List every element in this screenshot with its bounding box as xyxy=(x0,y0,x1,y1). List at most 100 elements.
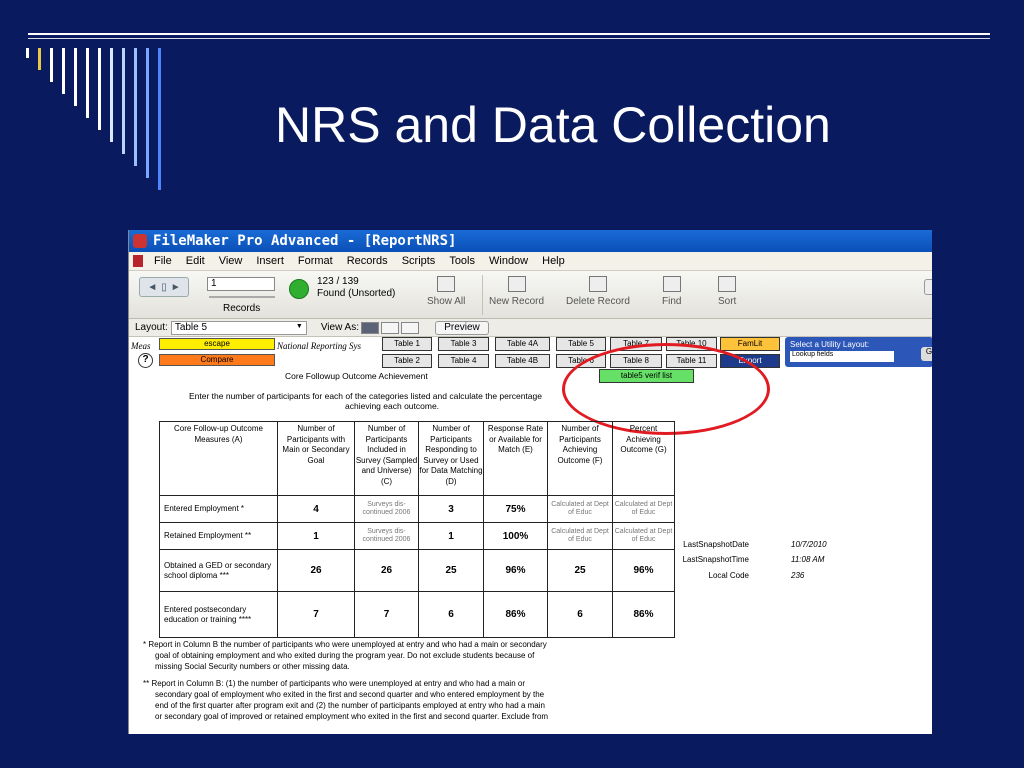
cell-d[interactable]: 3 xyxy=(418,495,484,523)
decorative-bar xyxy=(38,48,41,70)
cell-d[interactable]: 25 xyxy=(418,549,484,592)
filemaker-app-icon xyxy=(133,234,147,248)
escape-button[interactable]: escape xyxy=(159,338,275,350)
cell-f[interactable]: 25 xyxy=(547,549,613,592)
footnote-2-line-4: or secondary goal of improved or retaine… xyxy=(155,712,549,721)
cell-e: 75% xyxy=(483,495,548,523)
record-slider[interactable] xyxy=(209,296,275,298)
table-4a-button[interactable]: Table 4A xyxy=(495,337,550,351)
compare-button[interactable]: Compare xyxy=(159,354,275,366)
cell-b[interactable]: 4 xyxy=(277,495,355,523)
filemaker-window: FileMaker Pro Advanced - [ReportNRS] Fil… xyxy=(128,230,932,734)
utility-go-button[interactable]: G xyxy=(921,347,932,361)
sort-icon xyxy=(718,276,737,292)
cell-c[interactable]: 26 xyxy=(354,549,419,592)
cell-d[interactable]: 6 xyxy=(418,591,484,638)
cell-c[interactable]: 7 xyxy=(354,591,419,638)
previous-record-icon[interactable]: ◄ xyxy=(147,282,157,293)
sort-button[interactable]: Sort xyxy=(718,276,736,307)
cell-g: Calculated at Dept of Educ xyxy=(612,495,675,523)
menu-format[interactable]: Format xyxy=(291,255,340,267)
table-row: Obtained a GED or secondary school diplo… xyxy=(159,549,675,592)
utility-layout-label: Select a Utility Layout: xyxy=(790,340,870,349)
book-icon: ▯ xyxy=(161,281,167,293)
current-record-field[interactable]: 1 xyxy=(207,277,275,291)
table-5-button[interactable]: Table 5 xyxy=(556,337,606,351)
slide-top-rule-thin xyxy=(28,38,990,39)
outcome-table: Core Follow-up Outcome Measures (A) Numb… xyxy=(159,421,675,638)
report-header-mid: National Reporting Sys xyxy=(277,341,361,351)
footnote-1-line-2: goal of obtaining employment and who exi… xyxy=(155,651,535,660)
magnifier-icon xyxy=(662,276,681,292)
found-set-pie-icon xyxy=(289,279,309,299)
report-subtitle: Core Followup Outcome Achievement xyxy=(285,371,428,381)
window-title: FileMaker Pro Advanced - [ReportNRS] xyxy=(153,233,457,249)
record-count: 123 / 139 xyxy=(317,276,359,287)
cell-d[interactable]: 1 xyxy=(418,522,484,550)
menu-edit[interactable]: Edit xyxy=(179,255,212,267)
decorative-bar xyxy=(110,48,113,142)
decorative-bar xyxy=(146,48,149,178)
decorative-bar xyxy=(74,48,77,106)
footnote-2-line-3: end of the first quarter after program e… xyxy=(155,701,545,710)
view-as-form-icon[interactable] xyxy=(360,321,379,334)
last-snapshot-time-label: LastSnapshotTime xyxy=(682,555,749,564)
menu-tools[interactable]: Tools xyxy=(442,255,482,267)
footnote-2-line-2: secondary goal of employment who exited … xyxy=(155,690,545,699)
show-all-button[interactable]: Show All xyxy=(427,276,465,307)
col-header-b: Number of Participants with Main or Seco… xyxy=(277,421,355,496)
cell-e: 86% xyxy=(483,591,548,638)
toolbar-overflow-button[interactable] xyxy=(924,279,932,295)
decorative-bar xyxy=(62,48,65,94)
next-record-icon[interactable]: ► xyxy=(171,282,181,293)
help-icon[interactable]: ? xyxy=(138,353,153,368)
last-snapshot-date-label: LastSnapshotDate xyxy=(683,540,749,549)
cell-f[interactable]: 6 xyxy=(547,591,613,638)
menu-view[interactable]: View xyxy=(212,255,250,267)
cell-e: 96% xyxy=(483,549,548,592)
view-as-table-icon[interactable] xyxy=(400,321,419,334)
find-button[interactable]: Find xyxy=(662,276,681,307)
report-content: Meas National Reporting Sys escape Compa… xyxy=(129,337,932,721)
last-snapshot-time-value: 11:08 AM xyxy=(791,555,825,564)
delete-record-label: Delete Record xyxy=(566,296,630,307)
utility-layout-select[interactable]: Lookup fields xyxy=(790,351,894,362)
report-header-left: Meas xyxy=(131,341,151,351)
table-4-button[interactable]: Table 4 xyxy=(438,354,489,368)
menu-records[interactable]: Records xyxy=(340,255,395,267)
menu-scripts[interactable]: Scripts xyxy=(395,255,443,267)
new-record-button[interactable]: New Record xyxy=(489,276,544,307)
famlit-button[interactable]: FamLit xyxy=(720,337,780,351)
view-as-label: View As: xyxy=(320,322,359,333)
cell-b[interactable]: 26 xyxy=(277,549,355,592)
cell-b[interactable]: 1 xyxy=(277,522,355,550)
table-row: Retained Employment ** 1 Surveys dis-con… xyxy=(159,522,675,550)
table-1-button[interactable]: Table 1 xyxy=(382,337,432,351)
footnote-1: * Report in Column B the number of parti… xyxy=(143,639,683,672)
record-navigation-book[interactable]: ◄ ▯ ► xyxy=(139,277,189,297)
layout-select[interactable]: Table 5 xyxy=(170,320,307,335)
col-header-a: Core Follow-up Outcome Measures (A) xyxy=(159,421,278,496)
cell-f: Calculated at Dept of Educ xyxy=(547,495,613,523)
new-record-icon xyxy=(507,276,526,292)
delete-record-button[interactable]: Delete Record xyxy=(566,276,630,307)
preview-button[interactable]: Preview xyxy=(434,320,489,335)
table-2-button[interactable]: Table 2 xyxy=(382,354,432,368)
local-code-value: 236 xyxy=(791,571,805,580)
view-as-list-icon[interactable] xyxy=(380,321,399,334)
menu-window[interactable]: Window xyxy=(482,255,535,267)
cell-b[interactable]: 7 xyxy=(277,591,355,638)
table-3-button[interactable]: Table 3 xyxy=(438,337,489,351)
menu-file[interactable]: File xyxy=(147,255,179,267)
utility-layout-panel: Select a Utility Layout: Lookup fields G xyxy=(785,337,932,367)
cell-c: Surveys dis-continued 2006 xyxy=(354,522,419,550)
decorative-bar xyxy=(86,48,89,118)
show-all-label: Show All xyxy=(427,296,466,307)
menu-insert[interactable]: Insert xyxy=(249,255,291,267)
menu-help[interactable]: Help xyxy=(535,255,572,267)
table-row: Entered postsecondary education or train… xyxy=(159,591,675,638)
table-4b-button[interactable]: Table 4B xyxy=(495,354,550,368)
col-header-f: Number of Participants Achieving Outcome… xyxy=(547,421,613,496)
row-label: Retained Employment ** xyxy=(159,522,278,550)
delete-record-icon xyxy=(588,276,607,292)
